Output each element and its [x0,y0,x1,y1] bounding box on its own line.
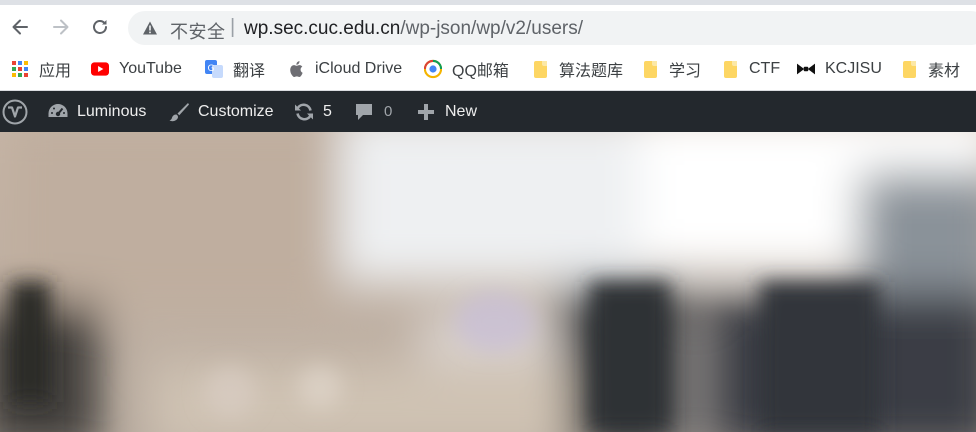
new-label: New [445,102,478,120]
updates-icon [295,103,313,120]
customize-menu[interactable]: Customize [168,91,274,132]
warning-icon[interactable] [142,20,158,36]
bookmark-label: 学习 [669,63,702,80]
folder-icon [641,60,659,78]
bookmark-label: 素材 [928,63,961,80]
browser-toolbar: 不安全 | wp.sec.cuc.edu.cn/wp-json/wp/v2/us… [0,5,976,50]
apple-icon [287,60,305,78]
arrow-left-icon [12,19,28,35]
header-hero-image [0,132,976,432]
bookmarks-bar: 应用 YouTube G 翻译 iCloud Drive QQ邮箱 算法题库 学… [0,50,976,91]
updates-count: 5 [323,102,332,120]
comments-count: 0 [384,103,393,120]
url-host: wp.sec.cuc.edu.cn [244,18,401,39]
wp-admin-bar: Luminous Customize 5 0 New [0,91,976,132]
wordpress-logo-icon [2,99,28,124]
customize-label: Customize [198,102,274,120]
bookmark-label: 应用 [39,63,72,80]
folder-icon [531,60,549,78]
new-content-menu[interactable]: New [417,91,477,132]
bookmark-label: 翻译 [233,63,266,80]
bookmark-label: YouTube [119,60,182,77]
translate-icon: G [205,60,223,78]
arrow-right-icon [53,19,69,35]
youtube-icon [91,60,109,78]
bowtie-icon [797,60,815,78]
bookmark-apps[interactable]: 应用 [11,50,71,88]
bookmark-icloud-drive[interactable]: iCloud Drive [287,50,402,88]
brush-icon [169,102,189,121]
url-path: /wp-json/wp/v2/users/ [400,18,583,39]
bookmark-qq-mail[interactable]: QQ邮箱 [424,50,509,88]
forward-button[interactable] [47,13,75,41]
comments-menu[interactable]: 0 [354,91,392,132]
bookmark-label: QQ邮箱 [452,63,509,80]
bookmark-kcjisu[interactable]: KCJISU [797,50,882,88]
bookmark-label: iCloud Drive [315,60,403,77]
bookmark-folder-ctf[interactable]: CTF [721,50,780,88]
site-name-menu[interactable]: Luminous [47,91,146,132]
dashboard-gauge-icon [48,103,68,117]
updates-menu[interactable]: 5 [293,91,332,132]
plus-icon [418,103,434,120]
url-text[interactable]: wp.sec.cuc.edu.cn/wp-json/wp/v2/users/ [244,18,583,40]
security-status-label[interactable]: 不安全 [170,18,226,44]
address-separator: | [230,16,236,38]
reload-button[interactable] [86,13,114,41]
bookmark-label: KCJISU [825,60,882,77]
folder-icon [900,60,918,78]
site-name-label: Luminous [77,102,147,120]
bookmark-label: CTF [749,60,781,77]
bookmark-folder-study[interactable]: 学习 [641,50,701,88]
bookmark-youtube[interactable]: YouTube [91,50,182,88]
qq-mail-icon [424,59,442,79]
comment-bubble-icon [356,103,372,120]
bookmark-label: 算法题库 [559,63,624,80]
bookmark-folder-algorithms[interactable]: 算法题库 [531,50,623,88]
svg-text:G: G [208,64,215,74]
bookmark-folder-materials[interactable]: 素材 [900,50,960,88]
address-bar[interactable]: 不安全 | wp.sec.cuc.edu.cn/wp-json/wp/v2/us… [128,11,976,45]
apps-grid-icon [11,60,29,78]
folder-icon [721,60,739,78]
wp-logo-menu[interactable] [2,91,28,132]
bookmark-translate[interactable]: G 翻译 [205,50,265,88]
reload-icon [93,20,107,34]
back-button[interactable] [6,13,34,41]
